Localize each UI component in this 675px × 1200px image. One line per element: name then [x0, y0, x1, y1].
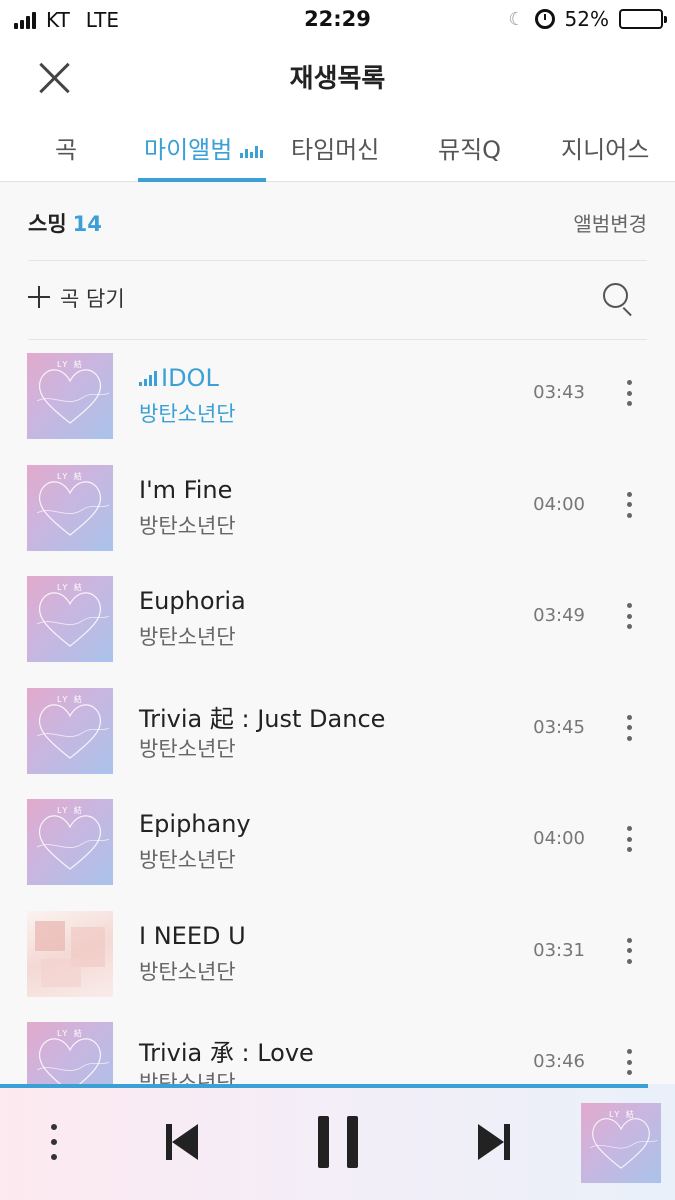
song-row[interactable]: LY 結 IDOL 방탄소년단 03:43 [0, 340, 675, 452]
page-title: 재생목록 [289, 64, 386, 94]
next-icon[interactable] [476, 1124, 510, 1160]
song-title-text: Trivia 起 : Just Dance [139, 704, 386, 733]
song-duration: 03:49 [533, 605, 585, 626]
song-artist: 방탄소년단 [139, 625, 236, 649]
battery-icon [619, 9, 667, 29]
now-playing-icon [139, 368, 157, 386]
now-playing-cover[interactable]: LY 結 [581, 1103, 661, 1183]
song-row[interactable]: LY 結 Epiphany 방탄소년단 04:00 [0, 786, 675, 898]
album-name: 스밍 14 [28, 208, 102, 238]
more-vertical-icon[interactable] [44, 1124, 64, 1160]
album-cover [27, 910, 113, 997]
song-row[interactable]: LY 結 Trivia 承 : Love 방탄소년단 03:46 [0, 1009, 675, 1087]
album-cover: LY 結 [27, 353, 113, 439]
search-icon[interactable] [603, 283, 633, 317]
add-song-bar: 곡 담기 [28, 261, 647, 340]
song-row[interactable]: LY 結 Trivia 起 : Just Dance 방탄소년단 03:45 [0, 675, 675, 787]
album-bar: 스밍 14 앨범변경 [28, 182, 647, 261]
status-bar: KT LTE 22:29 ☾ 52% [0, 0, 675, 40]
add-song-button[interactable]: 곡 담기 [60, 283, 125, 313]
more-vertical-icon[interactable] [619, 1045, 639, 1079]
playlist-content: 스밍 14 앨범변경 곡 담기 LY 結 IDOL 방탄소년단 03:43 LY 結 I'm… [0, 182, 675, 1087]
song-title: Epiphany [139, 810, 251, 838]
album-cover: LY 結 [27, 799, 113, 885]
song-title-text: IDOL [161, 364, 219, 392]
album-count: 14 [72, 212, 102, 236]
song-artist: 방탄소년단 [139, 848, 236, 872]
song-artist: 방탄소년단 [139, 402, 236, 426]
song-duration: 03:43 [533, 382, 585, 403]
tab-genius[interactable]: 지니어스 [561, 130, 649, 165]
tab-label: 타임머신 [291, 136, 380, 164]
plus-icon[interactable] [28, 286, 50, 308]
change-album-button[interactable]: 앨범변경 [573, 208, 647, 237]
tab-my-album[interactable]: 마이앨범 [144, 130, 264, 165]
song-duration: 03:46 [533, 1051, 585, 1072]
album-cover: LY 結 [27, 576, 113, 662]
song-title-text: Euphoria [139, 587, 246, 615]
song-title-text: Epiphany [139, 810, 251, 838]
album-cover: LY 結 [27, 464, 113, 551]
song-duration: 03:45 [533, 716, 585, 738]
album-title: 스밍 [28, 212, 67, 236]
more-vertical-icon[interactable] [619, 711, 639, 745]
song-row[interactable]: I NEED U 방탄소년단 03:31 [0, 898, 675, 1010]
song-list: LY 結 IDOL 방탄소년단 03:43 LY 結 I'm Fine 방탄소년단 04:00… [0, 340, 675, 1087]
pause-icon[interactable] [318, 1116, 358, 1168]
previous-icon[interactable] [166, 1124, 200, 1160]
more-vertical-icon[interactable] [619, 488, 639, 522]
song-title-text: Trivia 承 : Love [139, 1039, 314, 1067]
song-duration: 04:00 [533, 493, 585, 515]
header: 재생목록 [0, 40, 675, 112]
more-vertical-icon[interactable] [619, 934, 639, 968]
more-vertical-icon[interactable] [619, 599, 639, 633]
song-artist: 방탄소년단 [139, 959, 236, 984]
song-title: Trivia 起 : Just Dance [139, 699, 385, 734]
song-title: Trivia 承 : Love [139, 1033, 314, 1068]
tab-label: 곡 [55, 136, 78, 164]
song-duration: 04:00 [533, 828, 585, 849]
tab-bar: 곡 마이앨범 타임머신 뮤직Q 지니어스 [0, 112, 675, 182]
song-artist: 방탄소년단 [139, 513, 236, 538]
song-title-text: I'm Fine [139, 475, 233, 504]
song-title: I NEED U [139, 922, 246, 950]
tab-label: 지니어스 [561, 136, 650, 164]
album-cover: LY 結 [27, 1022, 113, 1087]
song-artist: 방탄소년단 [139, 736, 236, 761]
progress-bar[interactable] [0, 1084, 648, 1088]
tab-label: 마이앨범 [144, 136, 233, 164]
equalizer-icon [240, 144, 264, 158]
song-title: IDOL [139, 364, 219, 392]
status-right: ☾ 52% [508, 7, 667, 31]
song-title: Euphoria [139, 587, 246, 615]
song-title: I'm Fine [139, 476, 232, 504]
more-vertical-icon[interactable] [619, 822, 639, 856]
tab-time-machine[interactable]: 타임머신 [291, 130, 379, 165]
battery-percent: 52% [564, 7, 609, 31]
song-row[interactable]: LY 結 Euphoria 방탄소년단 03:49 [0, 563, 675, 675]
album-cover: LY 結 [27, 687, 113, 774]
song-title-text: I NEED U [139, 921, 246, 950]
song-duration: 03:31 [533, 939, 585, 961]
more-vertical-icon[interactable] [619, 376, 639, 410]
tab-music-q[interactable]: 뮤직Q [438, 130, 501, 165]
tab-song[interactable]: 곡 [55, 130, 77, 165]
alarm-icon [534, 9, 555, 29]
moon-icon: ☾ [508, 8, 525, 30]
song-row[interactable]: LY 結 I'm Fine 방탄소년단 04:00 [0, 452, 675, 564]
tab-label: 뮤직Q [438, 136, 502, 164]
mini-player: LY 結 [0, 1084, 675, 1200]
